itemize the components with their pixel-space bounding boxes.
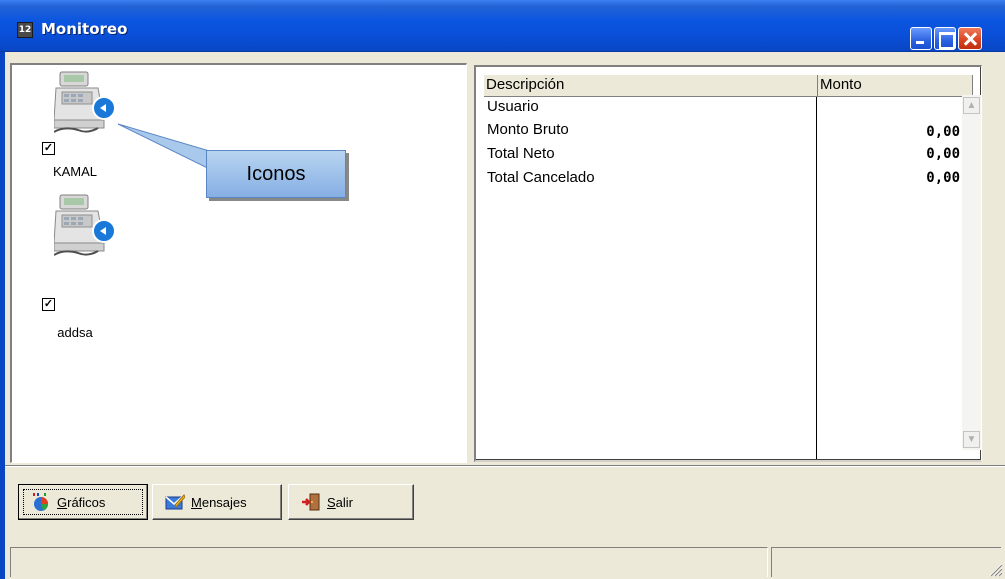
station-checkbox[interactable]: ✓	[42, 298, 55, 311]
close-button[interactable]	[958, 27, 982, 50]
grid-row-value	[818, 97, 968, 117]
grid-row-value: 0,00	[926, 170, 960, 186]
status-panel-secondary	[771, 547, 1001, 577]
salir-button[interactable]: Salir	[288, 484, 414, 520]
scroll-up-icon[interactable]: ▲	[963, 97, 980, 114]
message-icon	[165, 494, 185, 510]
grid-header: Descripción Monto	[484, 75, 973, 97]
grid-row-label: Total Neto	[487, 145, 555, 162]
title-bar[interactable]: 12 Monitoreo	[0, 0, 1005, 52]
window-frame-left	[0, 52, 5, 579]
grid-body: Usuario Monto Bruto Total Neto Total Can…	[484, 97, 979, 459]
grid-row-label: Total Cancelado	[487, 169, 595, 186]
focus-rectangle	[23, 489, 143, 515]
grid-row-label: Monto Bruto	[487, 121, 569, 138]
separator	[5, 465, 1005, 467]
maximize-button[interactable]	[934, 27, 956, 50]
status-bar	[5, 545, 1005, 579]
vertical-scrollbar[interactable]: ▲ ▼	[962, 95, 981, 450]
window-title: Monitoreo	[41, 20, 128, 38]
status-panel-main	[10, 547, 768, 577]
station-label: addsa	[57, 325, 93, 340]
minimize-button[interactable]	[910, 27, 932, 50]
grid-row-value: 0,00	[926, 146, 960, 162]
column-descripcion: Usuario Monto Bruto Total Neto Total Can…	[484, 97, 817, 459]
column-monto: 0,00 0,00 0,00	[818, 97, 968, 459]
grid-row-value: 0,00	[926, 124, 960, 140]
column-header-descripcion[interactable]: Descripción	[484, 75, 818, 97]
grid-row-label: Usuario	[487, 98, 539, 115]
station-checkbox[interactable]: ✓	[42, 142, 55, 155]
app-icon[interactable]: 12	[17, 22, 33, 38]
column-header-monto[interactable]: Monto	[818, 75, 973, 97]
graficos-button[interactable]: Gráficos	[18, 484, 148, 520]
mensajes-label: Mensajes	[191, 494, 247, 510]
salir-label: Salir	[327, 494, 354, 510]
scroll-down-icon[interactable]: ▼	[963, 431, 980, 448]
callout-label: Iconos	[206, 150, 346, 198]
mensajes-button[interactable]: Mensajes	[152, 484, 282, 520]
data-grid[interactable]: Descripción Monto Usuario Monto Bruto To…	[474, 65, 982, 462]
exit-door-icon	[302, 493, 320, 511]
resize-grip-icon[interactable]	[987, 561, 1003, 577]
